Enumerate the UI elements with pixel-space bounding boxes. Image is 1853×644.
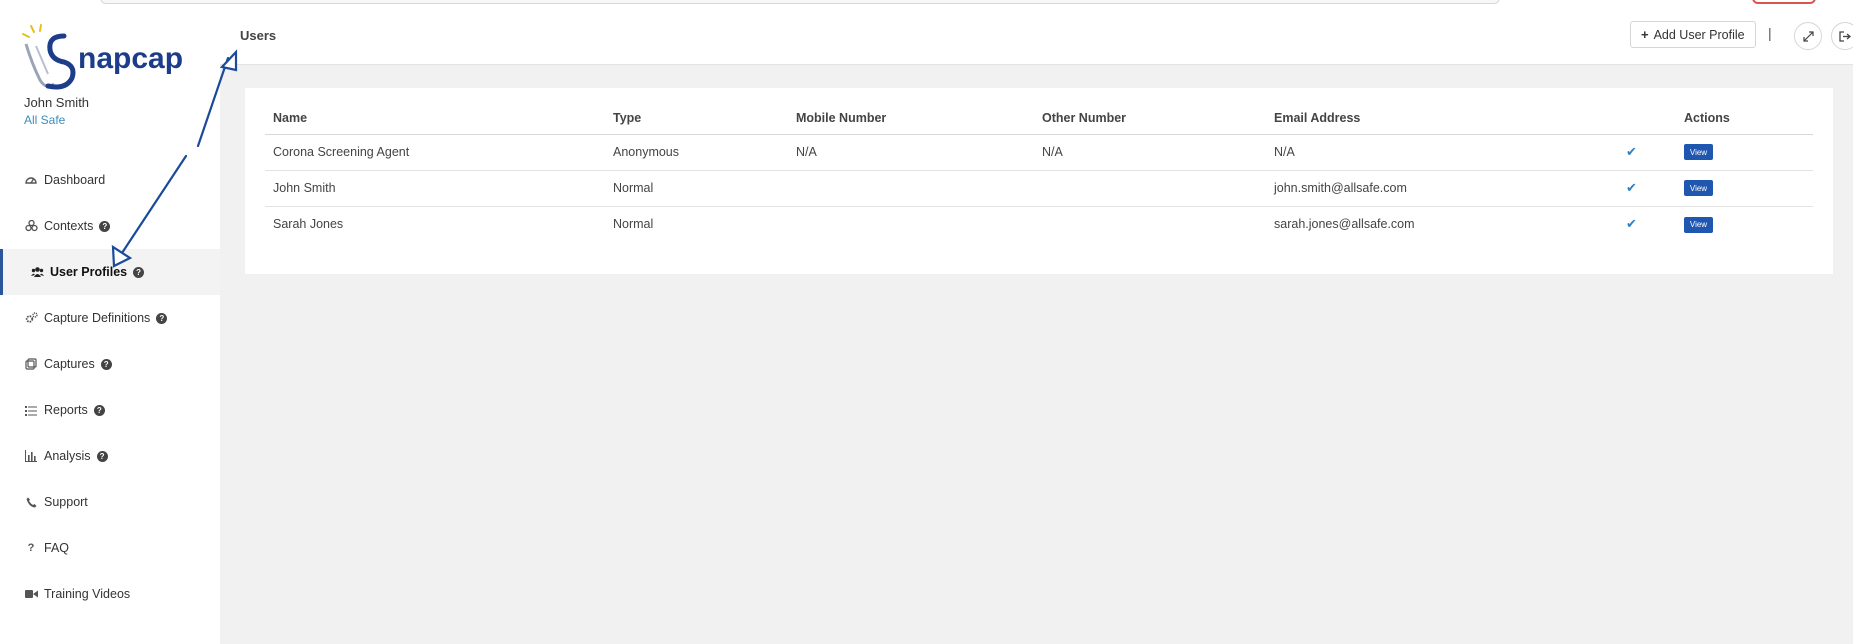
help-icon[interactable]: ?	[133, 266, 145, 278]
sidebar-item-label: Contexts	[44, 219, 94, 233]
cell-mobile	[788, 170, 1034, 207]
page-header: Users + Add User Profile |	[220, 10, 1853, 65]
help-icon[interactable]: ?	[100, 358, 112, 370]
browser-top-strip	[0, 0, 1853, 10]
check-icon: ✔	[1626, 144, 1637, 159]
sidebar-item-support[interactable]: Support	[0, 479, 220, 525]
cell-mobile	[788, 206, 1034, 242]
cell-other: N/A	[1034, 134, 1266, 171]
captures-icon	[24, 357, 38, 371]
svg-text:napcap: napcap	[78, 42, 183, 75]
sidebar-item-capture-definitions[interactable]: Capture Definitions ?	[0, 295, 220, 341]
sidebar-item-user-profiles[interactable]: User Profiles ?	[0, 249, 220, 295]
column-header-type[interactable]: Type	[605, 102, 788, 135]
sidebar-item-faq[interactable]: ? FAQ	[0, 525, 220, 571]
table-header-row: Name Type Mobile Number Other Number Ema…	[265, 102, 1813, 135]
expand-icon	[1802, 30, 1814, 42]
cell-name: Sarah Jones	[273, 217, 344, 232]
column-header-other[interactable]: Other Number	[1034, 102, 1266, 135]
sidebar-item-captures[interactable]: Captures ?	[0, 341, 220, 387]
cell-type: Normal	[605, 170, 788, 207]
table-row: Corona Screening Agent Anonymous N/A N/A…	[265, 134, 1813, 171]
user-org-link[interactable]: All Safe	[24, 113, 65, 127]
view-button[interactable]: View	[1684, 216, 1713, 233]
table-row: Sarah Jones Normal sarah.jones@allsafe.c…	[265, 206, 1813, 242]
users-panel: Name Type Mobile Number Other Number Ema…	[245, 88, 1833, 274]
cell-type: Anonymous	[605, 134, 788, 171]
cell-mobile: N/A	[788, 134, 1034, 171]
user-name: John Smith	[24, 95, 90, 110]
help-icon[interactable]: ?	[99, 220, 111, 232]
logout-button[interactable]	[1831, 22, 1853, 50]
sidebar-item-dashboard[interactable]: Dashboard	[0, 157, 220, 203]
table-row: John Smith Normal john.smith@allsafe.com…	[265, 170, 1813, 207]
cell-email: N/A	[1266, 134, 1618, 171]
address-bar-edge	[100, 0, 1500, 4]
column-header-mobile[interactable]: Mobile Number	[788, 102, 1034, 135]
sidebar-item-analysis[interactable]: Analysis ?	[0, 433, 220, 479]
sidebar-nav: Dashboard Contexts ? User Profiles ? Cap…	[0, 157, 220, 617]
sidebar: napcap John Smith All Safe Dashboard Con…	[0, 10, 220, 644]
dashboard-icon	[24, 173, 38, 187]
snapcap-logo: napcap	[22, 24, 183, 90]
column-header-actions: Actions	[1676, 102, 1813, 135]
column-header-email[interactable]: Email Address	[1266, 102, 1618, 135]
check-icon: ✔	[1626, 180, 1637, 195]
fullscreen-button[interactable]	[1794, 22, 1822, 50]
add-user-profile-button[interactable]: + Add User Profile	[1630, 21, 1756, 48]
cell-other	[1034, 170, 1266, 207]
header-divider: |	[1768, 25, 1772, 41]
sidebar-item-label: Dashboard	[44, 173, 106, 187]
users-table: Name Type Mobile Number Other Number Ema…	[265, 102, 1813, 242]
column-header-name[interactable]: Name	[265, 102, 605, 135]
sidebar-item-label: Capture Definitions	[44, 311, 151, 325]
cell-name: John Smith	[265, 170, 605, 207]
sidebar-item-contexts[interactable]: Contexts ?	[0, 203, 220, 249]
cell-email: john.smith@allsafe.com	[1266, 170, 1618, 207]
browser-button-edge	[1752, 0, 1816, 4]
sidebar-item-label: Training Videos	[44, 587, 131, 601]
video-camera-icon	[24, 587, 38, 601]
users-icon	[30, 265, 44, 279]
cell-email: sarah.jones@allsafe.com	[1274, 217, 1415, 232]
cogs-icon	[24, 311, 38, 325]
page-title: Users	[240, 28, 277, 43]
view-button[interactable]: View	[1684, 144, 1713, 161]
check-icon: ✔	[1626, 216, 1637, 232]
view-button[interactable]: View	[1684, 180, 1713, 197]
sidebar-item-reports[interactable]: Reports ?	[0, 387, 220, 433]
phone-icon	[24, 495, 38, 509]
plus-icon: +	[1641, 27, 1649, 42]
bar-chart-icon	[24, 449, 38, 463]
add-user-profile-label: Add User Profile	[1653, 27, 1745, 42]
cell-name: Corona Screening Agent	[265, 134, 605, 171]
list-icon	[24, 403, 38, 417]
sidebar-item-label: Captures	[44, 357, 95, 371]
question-icon: ?	[27, 542, 35, 554]
cell-other	[1034, 206, 1266, 242]
sidebar-item-label: Analysis	[44, 449, 91, 463]
sidebar-item-label: FAQ	[44, 541, 70, 555]
help-icon[interactable]: ?	[156, 312, 168, 324]
sidebar-item-label: Reports	[44, 403, 88, 417]
help-icon[interactable]: ?	[96, 450, 108, 462]
sidebar-item-label: Support	[44, 495, 88, 509]
cell-type: Normal	[613, 217, 654, 232]
help-icon[interactable]: ?	[93, 404, 105, 416]
sidebar-item-training-videos[interactable]: Training Videos	[0, 571, 220, 617]
column-header-status	[1618, 102, 1676, 135]
sign-out-icon	[1839, 30, 1851, 42]
contexts-icon	[24, 219, 38, 233]
sidebar-item-label: User Profiles	[50, 265, 128, 279]
